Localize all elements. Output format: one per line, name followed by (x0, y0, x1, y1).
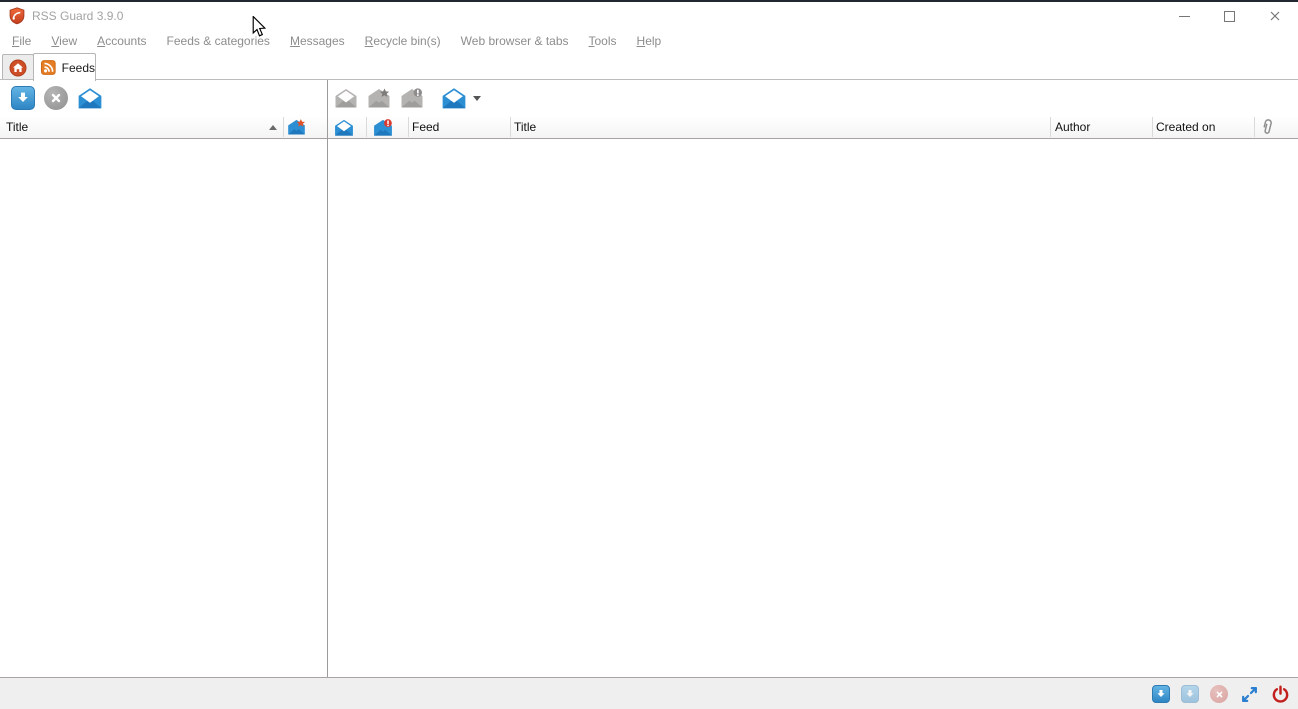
attachment-paperclip-icon (1263, 119, 1272, 134)
panel-splitter[interactable] (327, 80, 328, 677)
messages-column-attachment[interactable] (1260, 118, 1274, 141)
menu-help[interactable]: Help (627, 30, 672, 53)
menu-feeds-categories[interactable]: Feeds & categories (157, 30, 280, 53)
app-window: RSS Guard 3.9.0 File View Accounts Feeds & … (0, 0, 1298, 709)
statusbar (0, 677, 1298, 709)
column-separator (408, 117, 409, 137)
app-shield-icon (8, 7, 26, 25)
tab-home[interactable] (2, 54, 34, 81)
unread-envelope-star-icon (288, 119, 305, 135)
menu-file[interactable]: File (2, 30, 41, 53)
toolbar-band (0, 80, 1298, 190)
quit-application-button[interactable] (1270, 684, 1290, 704)
column-separator (1254, 117, 1255, 137)
messages-column-importance[interactable] (372, 119, 394, 141)
close-icon (1270, 11, 1279, 21)
mark-all-read-dropdown-button[interactable] (441, 87, 481, 109)
tab-feeds[interactable]: Feeds (33, 53, 96, 81)
download-icon (1157, 690, 1165, 697)
content-area (0, 139, 1298, 677)
statusbar-update-feeds-button[interactable] (1152, 685, 1170, 703)
list-headers: Title Feed Title Author Created on (0, 116, 1298, 139)
feeds-column-unread[interactable] (287, 119, 306, 140)
envelope-open-blue-icon (78, 88, 102, 109)
minimize-icon (1179, 15, 1190, 17)
home-icon (9, 59, 27, 76)
menu-recycle-bin-s[interactable]: Recycle bin(s) (355, 30, 451, 53)
chevron-down-icon (473, 95, 481, 101)
sort-ascending-icon (269, 125, 277, 130)
feeds-list-panel[interactable] (0, 139, 327, 677)
messages-column-created[interactable]: Created on (1156, 116, 1215, 138)
messages-column-feed[interactable]: Feed (412, 116, 439, 138)
mark-message-read-button (334, 88, 358, 113)
fullscreen-toggle-button[interactable] (1239, 684, 1259, 704)
menu-tools[interactable]: Tools (579, 30, 627, 53)
column-separator (283, 117, 284, 137)
stop-x-icon (51, 93, 61, 103)
download-icon (1186, 690, 1194, 697)
expand-arrows-icon (1241, 686, 1257, 702)
column-separator (366, 117, 367, 137)
stop-x-icon (1216, 691, 1222, 697)
mark-message-important-button (400, 88, 424, 113)
menu-web-browser-tabs[interactable]: Web browser & tabs (451, 30, 579, 53)
messages-column-author[interactable]: Author (1055, 116, 1090, 138)
read-status-envelope-icon (335, 119, 353, 136)
tab-feeds-label: Feeds (61, 60, 95, 75)
menu-view[interactable]: View (41, 30, 87, 53)
update-all-feeds-button[interactable] (11, 86, 35, 110)
window-title: RSS Guard 3.9.0 (32, 9, 124, 23)
maximize-icon (1224, 10, 1235, 22)
feeds-column-title[interactable]: Title (6, 116, 28, 138)
importance-envelope-alert-icon (374, 119, 392, 136)
power-icon (1272, 684, 1288, 703)
envelope-open-blue-icon (442, 88, 466, 109)
stop-update-button[interactable] (44, 86, 68, 110)
column-separator (1050, 117, 1051, 137)
column-separator (1152, 117, 1153, 137)
statusbar-update-selected-button (1181, 685, 1199, 703)
envelope-open-gray-icon (335, 89, 357, 108)
messages-column-title[interactable]: Title (514, 116, 536, 138)
envelope-alert-gray-icon (401, 88, 423, 108)
menu-accounts[interactable]: Accounts (87, 30, 156, 53)
maximize-button[interactable] (1207, 2, 1252, 30)
menubar: File View Accounts Feeds & categories Messag… (0, 30, 1298, 53)
titlebar: RSS Guard 3.9.0 (0, 2, 1298, 30)
rss-icon (41, 60, 56, 75)
minimize-button[interactable] (1162, 2, 1207, 30)
statusbar-stop-update-button (1210, 685, 1228, 703)
tab-pane-border (0, 79, 1298, 80)
menu-messages[interactable]: Messages (280, 30, 355, 53)
messages-list-panel[interactable] (328, 139, 1298, 677)
close-button[interactable] (1252, 2, 1297, 30)
download-icon (18, 92, 28, 102)
tabbar (0, 53, 1298, 80)
mark-message-starred-button (367, 88, 391, 113)
messages-column-read[interactable] (333, 119, 355, 141)
column-separator (510, 117, 511, 137)
mark-all-feeds-read-button[interactable] (77, 87, 103, 114)
envelope-star-gray-icon (368, 88, 390, 108)
